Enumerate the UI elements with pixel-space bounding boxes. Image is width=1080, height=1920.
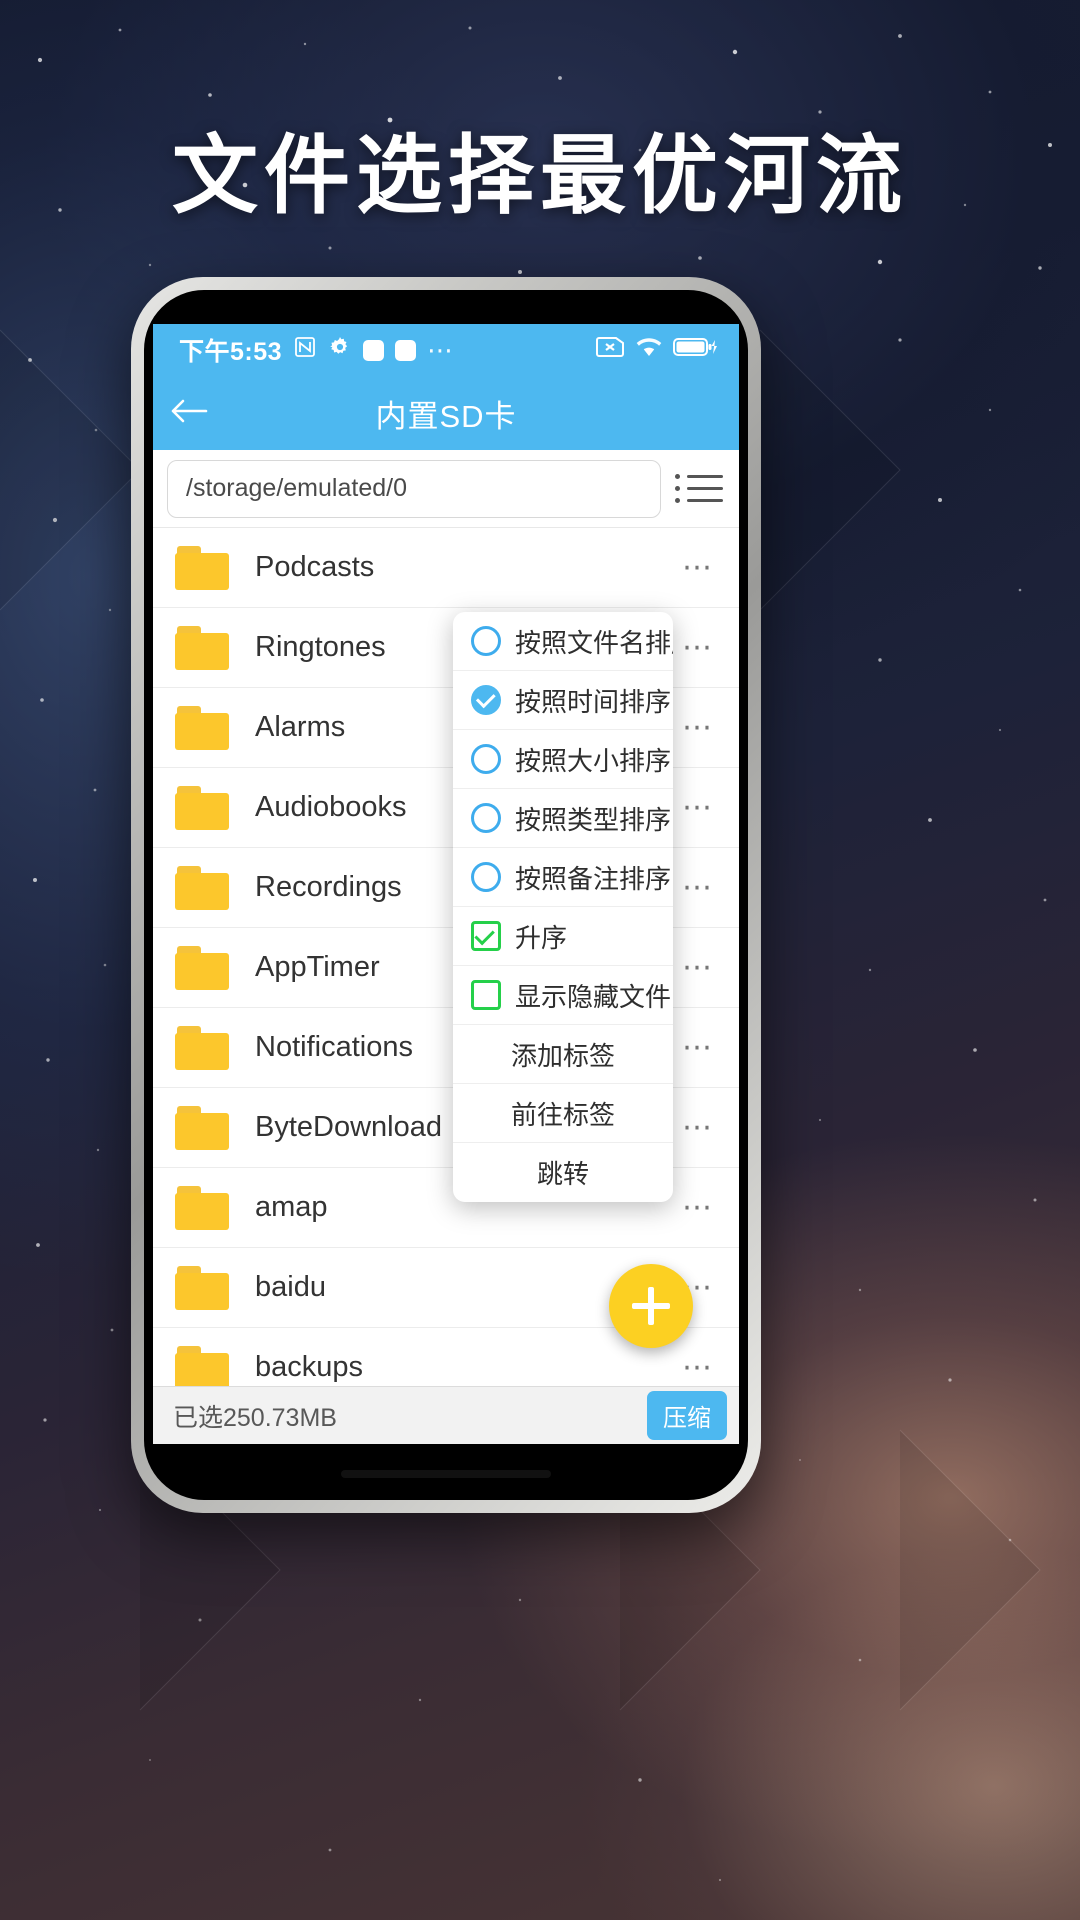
menu-item-label: 添加标签: [510, 1040, 615, 1071]
menu-item-label: 按照文件名排序: [515, 627, 673, 658]
app-bar: 内置SD卡: [153, 376, 739, 450]
file-row[interactable]: Podcasts ⋯: [153, 528, 739, 608]
file-name: baidu: [255, 1271, 326, 1303]
path-bar: /storage/emulated/0: [153, 450, 739, 528]
radio-icon[interactable]: [471, 626, 501, 656]
radio-icon[interactable]: [471, 685, 501, 715]
overflow-dots-icon: ⋯: [427, 335, 456, 365]
square-rounded-icon: [395, 339, 417, 361]
radio-icon[interactable]: [471, 744, 501, 774]
menu-item-2[interactable]: 按照时间排序: [453, 671, 673, 730]
sim-x-icon: [595, 336, 625, 365]
row-overflow-icon[interactable]: ⋯: [672, 550, 725, 585]
menu-item-label: 升序: [515, 922, 568, 953]
menu-item-1[interactable]: 按照文件名排序: [453, 612, 673, 671]
row-overflow-icon[interactable]: ⋯: [672, 950, 725, 985]
file-name: amap: [255, 1191, 328, 1223]
wifi-icon: [635, 336, 663, 365]
folder-icon: [175, 625, 231, 670]
menu-item-label: 跳转: [536, 1159, 589, 1189]
gear-icon: [328, 335, 352, 366]
row-overflow-icon[interactable]: ⋯: [672, 1190, 725, 1225]
menu-item-5[interactable]: 按照备注排序: [453, 848, 673, 907]
row-overflow-icon[interactable]: ⋯: [672, 1110, 725, 1145]
page-title: 文件选择最优河流: [172, 125, 908, 226]
row-overflow-icon[interactable]: ⋯: [672, 630, 725, 665]
file-name: Notifications: [255, 1031, 413, 1063]
folder-icon: [175, 705, 231, 750]
bottom-bar: 已选250.73MB 压缩: [153, 1386, 739, 1444]
radio-icon[interactable]: [471, 862, 501, 892]
row-overflow-icon[interactable]: ⋯: [672, 710, 725, 745]
row-overflow-icon[interactable]: ⋯: [672, 790, 725, 825]
square-icon: [363, 339, 385, 361]
checkbox-icon[interactable]: [471, 921, 501, 951]
folder-icon: [175, 1265, 231, 1310]
phone-bezel: 下午5:53 ⋯ 内置SD卡 /storage/emulated/0 Podca…: [144, 290, 748, 1500]
folder-icon: [175, 945, 231, 990]
status-time: 下午5:53: [179, 338, 283, 366]
folder-icon: [175, 1345, 231, 1386]
battery-charging-icon: [673, 336, 717, 365]
back-arrow-icon[interactable]: [153, 393, 225, 433]
plus-icon: [632, 1287, 670, 1325]
file-name: Ringtones: [255, 631, 386, 663]
list-view-icon[interactable]: [671, 461, 727, 517]
sort-options-menu[interactable]: 按照文件名排序按照时间排序按照大小排序按照类型排序按照备注排序升序显示隐藏文件添…: [453, 612, 673, 1202]
folder-icon: [175, 1185, 231, 1230]
menu-item-10[interactable]: 跳转: [453, 1143, 673, 1202]
file-name: backups: [255, 1351, 364, 1383]
app-bar-title: 内置SD卡: [375, 398, 517, 434]
file-name: ByteDownload: [255, 1111, 442, 1143]
folder-icon: [175, 1105, 231, 1150]
nfc-icon: [293, 335, 317, 366]
folder-icon: [175, 785, 231, 830]
selected-size-label: 已选250.73MB: [173, 1403, 337, 1432]
add-button[interactable]: [609, 1264, 693, 1348]
checkbox-icon[interactable]: [471, 980, 501, 1010]
folder-icon: [175, 545, 231, 590]
menu-item-9[interactable]: 前往标签: [453, 1084, 673, 1143]
radio-icon[interactable]: [471, 803, 501, 833]
path-input[interactable]: /storage/emulated/0: [167, 459, 661, 518]
row-overflow-icon[interactable]: ⋯: [672, 1030, 725, 1065]
folder-icon: [175, 1025, 231, 1070]
menu-item-label: 显示隐藏文件: [515, 981, 672, 1012]
file-name: Alarms: [255, 711, 346, 743]
menu-item-6[interactable]: 升序: [453, 907, 673, 966]
row-overflow-icon[interactable]: ⋯: [672, 870, 725, 905]
menu-item-4[interactable]: 按照类型排序: [453, 789, 673, 848]
menu-item-3[interactable]: 按照大小排序: [453, 730, 673, 789]
compress-button[interactable]: 压缩: [647, 1391, 727, 1440]
menu-item-7[interactable]: 显示隐藏文件: [453, 966, 673, 1025]
phone-screen: 下午5:53 ⋯ 内置SD卡 /storage/emulated/0 Podca…: [153, 324, 739, 1444]
file-name: AppTimer: [255, 951, 380, 983]
file-name: Recordings: [255, 871, 402, 903]
menu-item-label: 按照类型排序: [515, 804, 672, 835]
menu-item-8[interactable]: 添加标签: [453, 1025, 673, 1084]
menu-item-label: 前往标签: [510, 1099, 615, 1130]
status-bar: 下午5:53 ⋯: [153, 324, 739, 376]
row-overflow-icon[interactable]: ⋯: [672, 1350, 725, 1385]
menu-item-label: 按照备注排序: [515, 863, 672, 894]
file-name: Podcasts: [255, 551, 375, 583]
menu-item-label: 按照大小排序: [515, 745, 672, 776]
file-name: Audiobooks: [255, 791, 407, 823]
menu-item-label: 按照时间排序: [515, 686, 672, 717]
home-indicator: [341, 1470, 551, 1478]
phone-frame: 下午5:53 ⋯ 内置SD卡 /storage/emulated/0 Podca…: [131, 277, 761, 1513]
folder-icon: [175, 865, 231, 910]
